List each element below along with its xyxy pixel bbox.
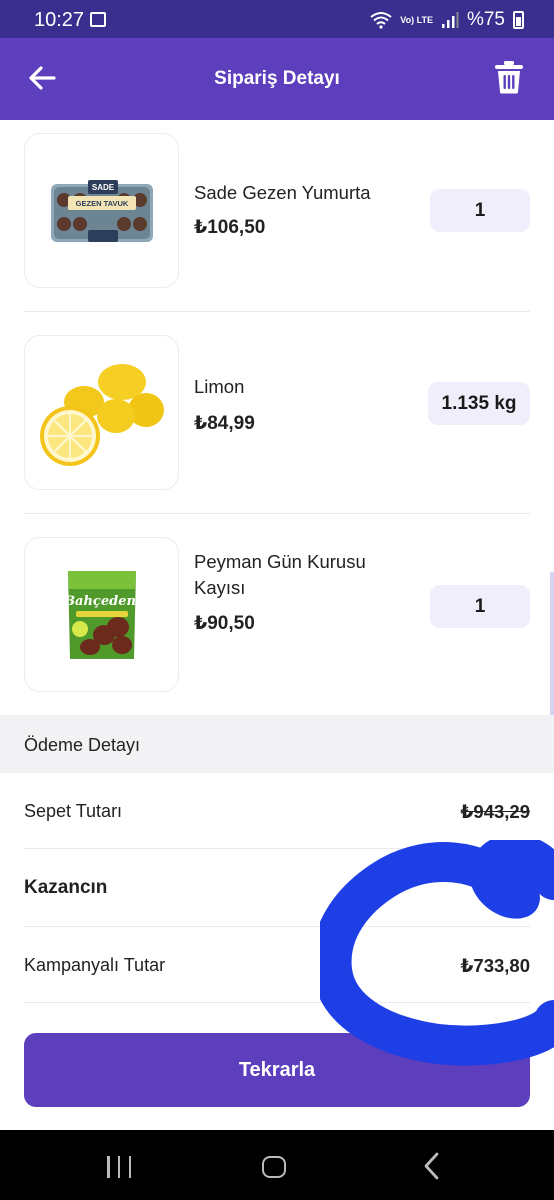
repeat-order-button[interactable]: Tekrarla <box>24 1033 530 1107</box>
item-name: Limon <box>194 376 245 397</box>
pay-label: Sepet Tutarı <box>24 801 123 821</box>
payment-row-campaign-total: Kampanyalı Tutar ₺733,80 <box>24 927 530 1003</box>
order-item[interactable]: SADE GEZEN TAVUK Sade Gezen Yumurta ₺106… <box>0 120 554 312</box>
item-quantity: 1.135 kg <box>428 382 530 425</box>
pay-value: ₺943,29 <box>460 801 530 822</box>
item-name: Sade Gezen Yumurta <box>194 182 371 203</box>
egg-brand-label: SADE <box>91 183 114 192</box>
egg-carton-image: SADE GEZEN TAVUK <box>24 133 179 288</box>
apricot-brand-label: Bahçeden <box>63 594 136 609</box>
status-time: 10:27 <box>34 9 85 31</box>
pay-value: ₺733,80 <box>460 955 530 976</box>
dried-apricot-pack-image: Bahçeden <box>24 537 179 692</box>
item-quantity: 1 <box>430 585 530 628</box>
wifi-icon <box>370 12 392 29</box>
item-price: ₺84,99 <box>194 413 255 434</box>
delete-order-button[interactable] <box>494 60 530 100</box>
trash-icon <box>495 61 523 94</box>
order-item[interactable]: Limon ₺84,99 1.135 kg <box>0 312 554 514</box>
status-indicators: Vo) LTE %75 <box>370 9 524 31</box>
payment-section-title: Ödeme Detayı <box>24 735 141 755</box>
item-name: Peyman Gün Kurusu Kayısı <box>194 551 366 598</box>
app-header: Sipariş Detayı <box>0 38 554 120</box>
nav-back-icon[interactable] <box>420 1152 444 1180</box>
lemons-image <box>24 335 179 490</box>
egg-subtitle-label: GEZEN TAVUK <box>75 199 128 208</box>
payment-row-cart-total: Sepet Tutarı ₺943,29 <box>24 773 530 849</box>
pay-label: Kazancın <box>24 877 108 898</box>
network-type-label: Vo) LTE <box>400 14 433 25</box>
order-items-list: SADE GEZEN TAVUK Sade Gezen Yumurta ₺106… <box>0 120 554 716</box>
page-title: Sipariş Detayı <box>214 68 340 89</box>
recent-apps-icon[interactable] <box>107 1156 131 1178</box>
payment-row-savings: Kazancın <box>24 849 530 927</box>
pay-label: Kampanyalı Tutar <box>24 955 166 975</box>
item-quantity: 1 <box>430 189 530 232</box>
order-item[interactable]: Bahçeden Peyman Gün Kurusu Kayısı ₺90,50… <box>0 514 554 716</box>
status-bar: 10:27 Vo) LTE %75 <box>0 0 554 38</box>
item-price: ₺90,50 <box>194 613 255 634</box>
home-icon[interactable] <box>262 1156 286 1178</box>
gallery-notification-icon <box>90 12 106 27</box>
battery-icon <box>513 11 524 29</box>
payment-section-header: Ödeme Detayı <box>0 715 554 773</box>
system-nav-bar <box>0 1130 554 1200</box>
item-price: ₺106,50 <box>194 217 266 238</box>
signal-icon <box>441 12 459 28</box>
battery-percent: %75 <box>466 9 505 30</box>
